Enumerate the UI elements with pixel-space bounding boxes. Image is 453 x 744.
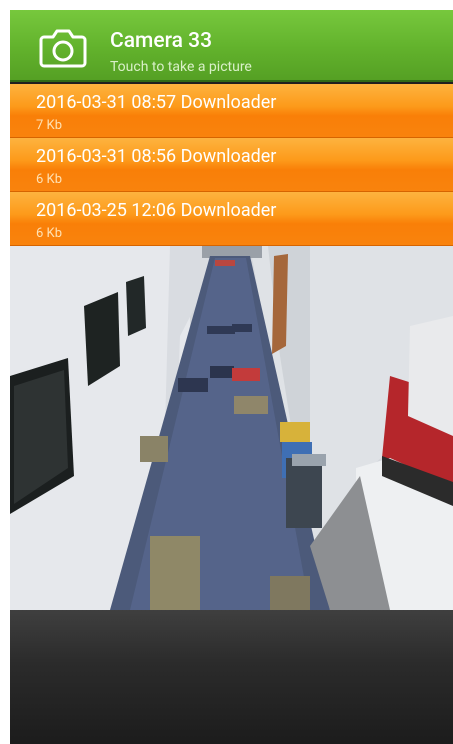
download-title: 2016-03-31 08:56 Downloader bbox=[36, 146, 277, 167]
download-item[interactable]: 2016-03-25 12:06 Downloader 6 Kb bbox=[10, 192, 453, 246]
camera-subtitle: Touch to take a picture bbox=[110, 59, 252, 75]
camera-header[interactable]: Camera 33 Touch to take a picture bbox=[10, 10, 453, 82]
download-title: 2016-03-31 08:57 Downloader bbox=[36, 92, 277, 113]
download-list: 2016-03-31 08:57 Downloader 7 Kb 2016-03… bbox=[10, 84, 453, 246]
camera-snapshot[interactable] bbox=[10, 246, 453, 610]
camera-title: Camera 33 bbox=[110, 29, 213, 53]
download-item[interactable]: 2016-03-31 08:56 Downloader 6 Kb bbox=[10, 138, 453, 192]
download-size: 7 Kb bbox=[36, 118, 62, 133]
download-size: 6 Kb bbox=[36, 226, 62, 241]
camera-icon[interactable] bbox=[38, 26, 88, 68]
bottom-panel bbox=[10, 610, 453, 744]
app-screen: Camera 33 Touch to take a picture 2016-0… bbox=[10, 10, 453, 744]
download-item[interactable]: 2016-03-31 08:57 Downloader 7 Kb bbox=[10, 84, 453, 138]
download-title: 2016-03-25 12:06 Downloader bbox=[36, 200, 277, 221]
download-size: 6 Kb bbox=[36, 172, 62, 187]
